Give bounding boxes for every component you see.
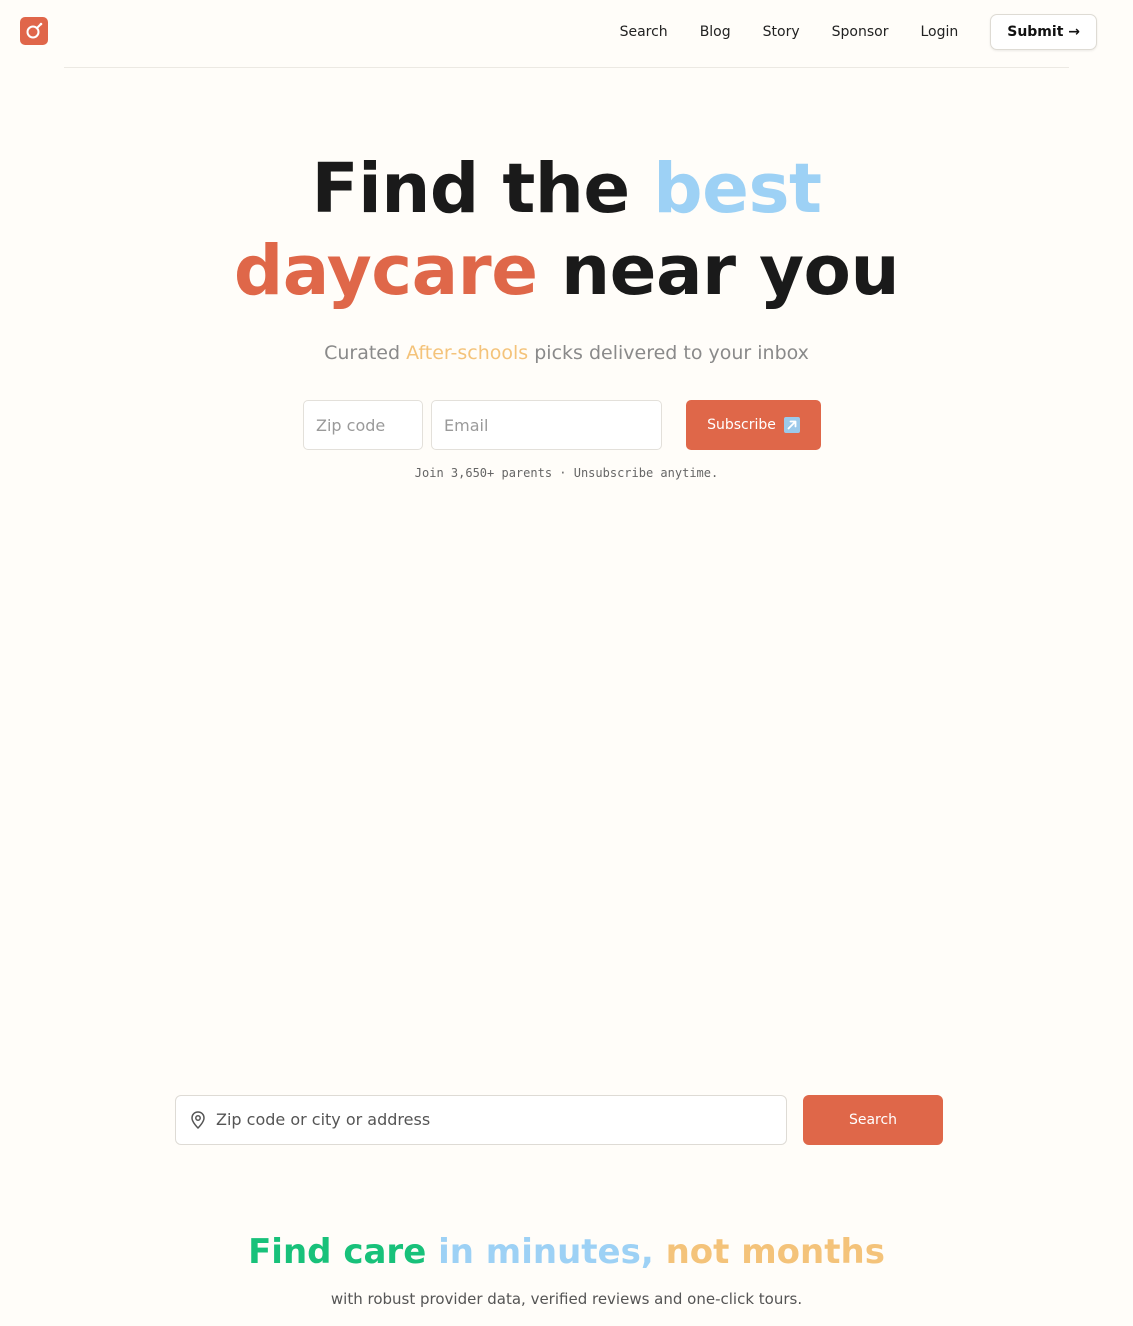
search-placeholder: Zip code or city or address [216, 1110, 431, 1129]
section-subtitle: with robust provider data, verified revi… [330, 1290, 803, 1308]
external-arrow-icon [783, 417, 800, 433]
nav-link-story[interactable]: Story [763, 24, 800, 40]
subtitle-part: picks delivered to your inbox [528, 342, 809, 364]
location-search-input[interactable]: Zip code or city or address [175, 1095, 787, 1145]
email-input[interactable]: Email [431, 400, 662, 450]
nav-link-blog[interactable]: Blog [700, 24, 731, 40]
section-tagline: Find care in minutes, not months [0, 1230, 1133, 1274]
subtitle-highlight: After-schools [406, 342, 529, 364]
subscribe-label: Subscribe [707, 417, 776, 433]
newsletter-note: Join 3,650+ parents · Unsubscribe anytim… [414, 466, 719, 480]
nav-link-search[interactable]: Search [620, 24, 668, 40]
nav-link-sponsor[interactable]: Sponsor [832, 24, 889, 40]
tagline-part: Find care [248, 1232, 427, 1272]
subscribe-button[interactable]: Subscribe [686, 400, 821, 450]
newsletter-form: Zip code Email Subscribe [303, 400, 821, 450]
subtitle-part: Curated [324, 342, 407, 364]
hero-title-part: near you [537, 231, 900, 311]
zip-code-input[interactable]: Zip code [303, 400, 423, 450]
brand-logo-icon[interactable] [20, 17, 48, 45]
tagline-part: in minutes, [426, 1232, 654, 1272]
hero-title: Find the best daycare near you [0, 148, 1133, 312]
submit-button[interactable]: Submit → [990, 14, 1097, 50]
map-pin-icon [188, 1110, 208, 1134]
top-navigation-bar: Search Blog Story Sponsor Login Submit → [0, 0, 1133, 68]
header-divider [64, 67, 1069, 68]
hero-title-highlight: best [653, 149, 822, 229]
nav-link-login[interactable]: Login [920, 24, 958, 40]
hero-title-highlight: daycare [233, 231, 538, 311]
main-nav: Search Blog Story Sponsor Login Submit → [588, 14, 1097, 50]
search-button[interactable]: Search [803, 1095, 943, 1145]
hero-subtitle: Curated After-schools picks delivered to… [0, 342, 1133, 364]
tagline-part: not months [653, 1232, 885, 1272]
hero-title-part: Find the [311, 149, 654, 229]
